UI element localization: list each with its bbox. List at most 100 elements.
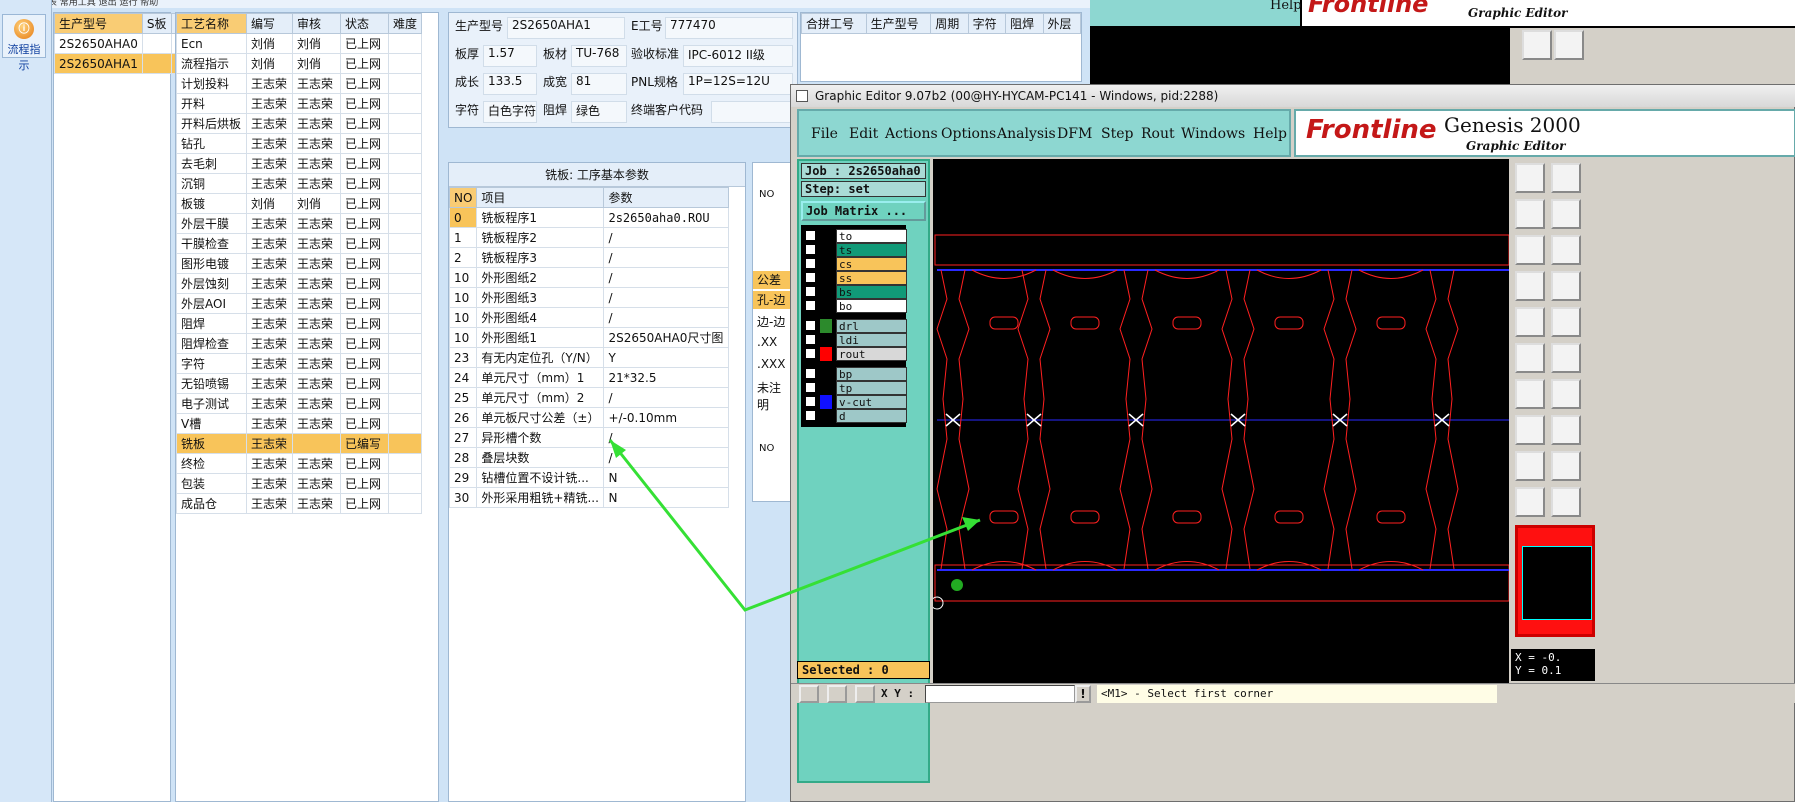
layer-checkbox[interactable] (805, 368, 816, 379)
table-row[interactable]: 电子测试 王志荣 王志荣 已上网 (176, 393, 423, 414)
tool-button[interactable] (1515, 307, 1545, 337)
eno-field[interactable]: 777470 (665, 17, 793, 39)
column-header[interactable]: 项目 (476, 187, 605, 208)
menu-options[interactable]: Options (941, 126, 996, 142)
menu-analysis[interactable]: Analysis (997, 126, 1056, 142)
tool-button[interactable] (1515, 271, 1545, 301)
table-row[interactable]: 去毛刺 王志荣 王志荣 已上网 (176, 153, 423, 174)
tool-button[interactable] (1551, 199, 1581, 229)
layer-row-ss[interactable]: ss (805, 271, 907, 285)
graphics-canvas[interactable] (930, 159, 1510, 683)
table-row[interactable]: 外层AOI 王志荣 王志荣 已上网 (176, 293, 423, 314)
tool-button[interactable] (1551, 379, 1581, 409)
flow-indicator-button[interactable]: ⓘ 流程指示 (2, 14, 46, 72)
table-row[interactable]: 24 单元尺寸（mm）1 21*32.5 (448, 367, 729, 388)
column-header[interactable]: 生产型号 (865, 13, 932, 34)
tool-button[interactable] (1551, 415, 1581, 445)
layer-row-ts[interactable]: ts (805, 243, 907, 257)
table-row[interactable]: 外层蚀刻 王志荣 王志荣 已上网 (176, 273, 423, 294)
table-row[interactable]: 字符 王志荣 王志荣 已上网 (176, 353, 423, 374)
table-row[interactable]: 2S2650AHA1P (54, 53, 193, 74)
model-field[interactable]: 2S2650AHA1 (507, 17, 625, 39)
layer-checkbox[interactable] (805, 230, 816, 241)
panel-thumbnail[interactable] (1515, 525, 1595, 637)
table-row[interactable]: 流程指示 刘俏 刘俏 已上网 (176, 53, 423, 74)
table-row[interactable]: 终检 王志荣 王志荣 已上网 (176, 453, 423, 474)
table-row[interactable]: 板镀 刘俏 刘俏 已上网 (176, 193, 423, 214)
layer-checkbox[interactable] (805, 348, 816, 359)
table-row[interactable]: 钻孔 王志荣 王志荣 已上网 (176, 133, 423, 154)
tool-button[interactable] (1551, 451, 1581, 481)
job-matrix-button[interactable]: Job Matrix ... (801, 201, 926, 221)
tool-button[interactable] (1551, 271, 1581, 301)
menu-rout[interactable]: Rout (1141, 126, 1175, 142)
length-field[interactable]: 133.5 (483, 73, 537, 95)
tool-button[interactable] (1515, 199, 1545, 229)
thickness-field[interactable]: 1.57 (483, 45, 537, 67)
tool-button[interactable] (1551, 487, 1581, 517)
column-header[interactable]: 难度 (387, 13, 423, 34)
bg-tool-button[interactable] (1554, 30, 1584, 60)
char-field[interactable]: 白色字符 (483, 101, 537, 123)
table-row[interactable]: 10 外形图纸3/ (448, 287, 729, 308)
layer-row-bs[interactable]: bs (805, 285, 907, 299)
alert-icon[interactable]: ! (1075, 685, 1091, 703)
table-row[interactable]: 沉铜 王志荣 王志荣 已上网 (176, 173, 423, 194)
column-header[interactable]: 阻焊 (1005, 13, 1044, 34)
menu-step[interactable]: Step (1101, 126, 1133, 142)
column-header[interactable]: NO (448, 187, 478, 208)
layer-row-ldi[interactable]: ldi (805, 333, 907, 347)
table-row[interactable]: 阻焊 王志荣 王志荣 已上网 (176, 313, 423, 334)
menu-actions[interactable]: Actions (885, 126, 938, 142)
table-row[interactable]: 开料 王志荣 王志荣 已上网 (176, 93, 423, 114)
table-row[interactable]: 包装 王志荣 王志荣 已上网 (176, 473, 423, 494)
layer-row-tp[interactable]: tp (805, 381, 907, 395)
bg-help-menu[interactable]: Help (1270, 0, 1302, 13)
column-header[interactable]: 工艺名称 (176, 13, 247, 34)
table-row[interactable]: Ecn 刘俏 刘俏 已上网 (176, 33, 423, 54)
column-header[interactable]: 周期 (930, 13, 969, 34)
layer-checkbox[interactable] (805, 334, 816, 345)
table-row[interactable]: 干膜检查 王志荣 王志荣 已上网 (176, 233, 423, 254)
layer-checkbox[interactable] (805, 244, 816, 255)
menu-edit[interactable]: Edit (849, 126, 878, 142)
mask-field[interactable]: 绿色 (571, 101, 627, 123)
table-row[interactable]: 25 单元尺寸（mm）2/ (448, 387, 729, 408)
table-row[interactable]: 铣板 王志荣 已编写 (176, 433, 423, 454)
layer-checkbox[interactable] (805, 272, 816, 283)
layer-row-to[interactable]: to (805, 229, 907, 243)
tool-button[interactable] (1515, 343, 1545, 373)
table-row[interactable]: 1 铣板程序2/ (448, 227, 729, 248)
menu-help[interactable]: Help (1253, 126, 1287, 142)
table-row[interactable]: 2S2650AHA0P (54, 33, 193, 54)
table-row[interactable]: 10 外形图纸2/ (448, 267, 729, 288)
table-row[interactable]: 23 有无内定位孔（Y/N） Y (448, 347, 729, 368)
layer-checkbox[interactable] (805, 286, 816, 297)
layer-checkbox[interactable] (805, 396, 816, 407)
tool-button[interactable] (1551, 163, 1581, 193)
column-header[interactable]: 状态 (339, 13, 389, 34)
layer-row-bo[interactable]: bo (805, 299, 907, 313)
table-row[interactable]: 10 外形图纸1 2S2650AHA0尺寸图 (448, 327, 729, 348)
tool-button[interactable] (1515, 451, 1545, 481)
menu-dfm[interactable]: DFM (1057, 126, 1092, 142)
tool-button[interactable] (1515, 379, 1545, 409)
width-field[interactable]: 81 (571, 73, 627, 95)
column-header[interactable]: 合拼工号 (801, 13, 867, 34)
column-header[interactable]: 外层 (1042, 13, 1082, 34)
customer-field[interactable] (711, 101, 793, 123)
table-row[interactable]: 10 外形图纸4/ (448, 307, 729, 328)
table-row[interactable]: 计划投料 王志荣 王志荣 已上网 (176, 73, 423, 94)
table-row[interactable]: 无铅喷锡 王志荣 王志荣 已上网 (176, 373, 423, 394)
table-row[interactable]: 2 铣板程序3/ (448, 247, 729, 268)
layer-checkbox[interactable] (805, 300, 816, 311)
tool-button[interactable] (1515, 487, 1545, 517)
xy-input[interactable] (925, 685, 1075, 703)
column-header[interactable]: S板 (141, 13, 172, 34)
tool-button[interactable] (1551, 235, 1581, 265)
measure-icon[interactable] (827, 685, 847, 703)
table-row[interactable]: 图形电镀 王志荣 王志荣 已上网 (176, 253, 423, 274)
bg-tool-button[interactable] (1522, 30, 1552, 60)
tool-button[interactable] (1515, 415, 1545, 445)
column-header[interactable]: 参数 (603, 187, 729, 208)
